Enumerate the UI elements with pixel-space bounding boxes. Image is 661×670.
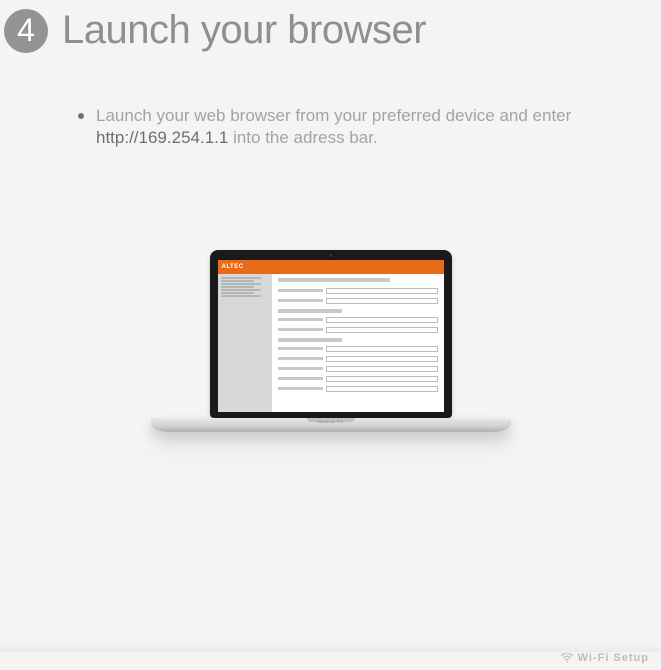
form-label — [278, 387, 323, 390]
instruction-url: http://169.254.1.1 — [96, 128, 228, 147]
config-main — [272, 274, 444, 412]
form-row — [278, 385, 438, 392]
footer-label: Wi-Fi Setup — [578, 652, 649, 664]
section-heading — [278, 338, 342, 342]
step-number-badge: 4 — [4, 9, 48, 53]
form-label — [278, 318, 323, 321]
bullet-icon — [78, 113, 84, 119]
page-title: Launch your browser — [62, 8, 426, 53]
form-row — [278, 365, 438, 372]
step-number: 4 — [17, 12, 35, 49]
step-header: 4 Launch your browser — [0, 0, 661, 53]
config-topbar: ALTEC — [218, 260, 444, 274]
form-row — [278, 345, 438, 352]
camera-icon — [329, 254, 332, 257]
form-label — [278, 347, 323, 350]
form-input — [326, 317, 438, 323]
instruction-post: into the adress bar. — [228, 128, 377, 147]
wifi-icon — [561, 653, 573, 663]
instruction-bullet: Launch your web browser from your prefer… — [78, 105, 621, 149]
form-input — [326, 346, 438, 352]
form-label — [278, 357, 323, 360]
section-heading — [278, 278, 390, 282]
laptop-screen: ALTEC — [218, 260, 444, 412]
form-row — [278, 375, 438, 382]
laptop-screen-frame: ALTEC — [210, 250, 452, 418]
form-label — [278, 367, 323, 370]
form-row — [278, 355, 438, 362]
form-input — [326, 356, 438, 362]
laptop-base: MacBook Pro — [151, 418, 511, 432]
laptop-illustration: ALTEC — [151, 250, 511, 432]
form-input — [326, 386, 438, 392]
form-row — [278, 326, 438, 333]
form-label — [278, 299, 323, 302]
form-input — [326, 376, 438, 382]
form-input — [326, 366, 438, 372]
form-label — [278, 377, 323, 380]
sidebar-line — [221, 295, 262, 297]
form-row — [278, 297, 438, 304]
footer-divider — [0, 644, 661, 652]
sidebar-line — [221, 280, 255, 282]
sidebar-line — [221, 289, 262, 291]
instruction-pre: Launch your web browser from your prefer… — [96, 106, 571, 125]
brand-logo: ALTEC — [222, 264, 244, 270]
form-label — [278, 289, 323, 292]
instruction-text: Launch your web browser from your prefer… — [96, 105, 596, 149]
laptop-model-label: MacBook Pro — [317, 419, 343, 424]
config-body — [218, 274, 444, 412]
sidebar-line — [221, 277, 262, 279]
form-input — [326, 288, 438, 294]
form-input — [326, 327, 438, 333]
footer: Wi-Fi Setup — [561, 652, 649, 664]
sidebar-line — [221, 292, 255, 294]
form-row — [278, 316, 438, 323]
form-label — [278, 328, 323, 331]
config-sidebar — [218, 274, 272, 412]
sidebar-line — [221, 286, 255, 288]
sidebar-line — [221, 283, 262, 285]
section-heading — [278, 309, 342, 313]
form-input — [326, 298, 438, 304]
form-row — [278, 287, 438, 294]
content-area: Launch your web browser from your prefer… — [0, 53, 661, 149]
